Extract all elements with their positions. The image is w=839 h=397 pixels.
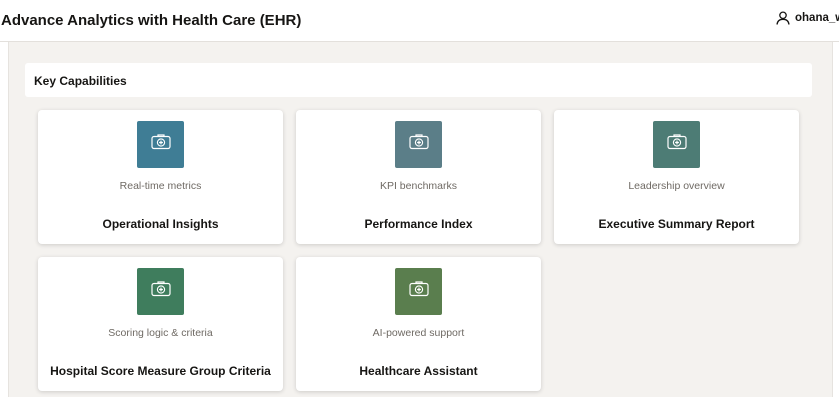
card-healthcare-assistant[interactable]: AI-powered support Healthcare Assistant xyxy=(296,257,541,391)
card-icon-tile xyxy=(395,268,442,315)
card-title: Healthcare Assistant xyxy=(359,364,478,378)
medical-kit-icon xyxy=(150,133,172,156)
medical-kit-icon xyxy=(666,133,688,156)
card-subtitle: Leadership overview xyxy=(628,180,725,192)
card-subtitle: Scoring logic & criteria xyxy=(108,327,213,339)
card-title: Performance Index xyxy=(364,217,473,231)
card-subtitle: AI-powered support xyxy=(372,327,465,339)
card-hospital-score-measure-group-criteria[interactable]: Scoring logic & criteria Hospital Score … xyxy=(38,257,283,391)
card-icon-tile xyxy=(395,121,442,168)
card-icon-tile xyxy=(137,121,184,168)
main-content: Key Capabilities Real-time metrics Opera… xyxy=(8,42,833,397)
top-bar: Advance Analytics with Health Care (EHR)… xyxy=(0,0,839,42)
card-subtitle: KPI benchmarks xyxy=(379,180,458,192)
medical-kit-icon xyxy=(150,280,172,303)
section-title: Key Capabilities xyxy=(34,74,127,88)
card-title: Executive Summary Report xyxy=(598,217,755,231)
user-icon xyxy=(776,11,790,25)
card-performance-index[interactable]: KPI benchmarks Performance Index xyxy=(296,110,541,244)
card-executive-summary-report[interactable]: Leadership overview Executive Summary Re… xyxy=(554,110,799,244)
medical-kit-icon xyxy=(408,133,430,156)
card-operational-insights[interactable]: Real-time metrics Operational Insights xyxy=(38,110,283,244)
section-header: Key Capabilities xyxy=(25,63,812,97)
card-icon-tile xyxy=(137,268,184,315)
user-menu[interactable]: ohana_w xyxy=(776,11,839,25)
medical-kit-icon xyxy=(408,280,430,303)
card-subtitle: Real-time metrics xyxy=(119,180,202,192)
card-icon-tile xyxy=(653,121,700,168)
card-title: Operational Insights xyxy=(102,217,219,231)
card-title: Hospital Score Measure Group Criteria xyxy=(50,364,271,378)
app-title: Advance Analytics with Health Care (EHR) xyxy=(1,12,302,29)
user-name: ohana_w xyxy=(795,12,839,24)
